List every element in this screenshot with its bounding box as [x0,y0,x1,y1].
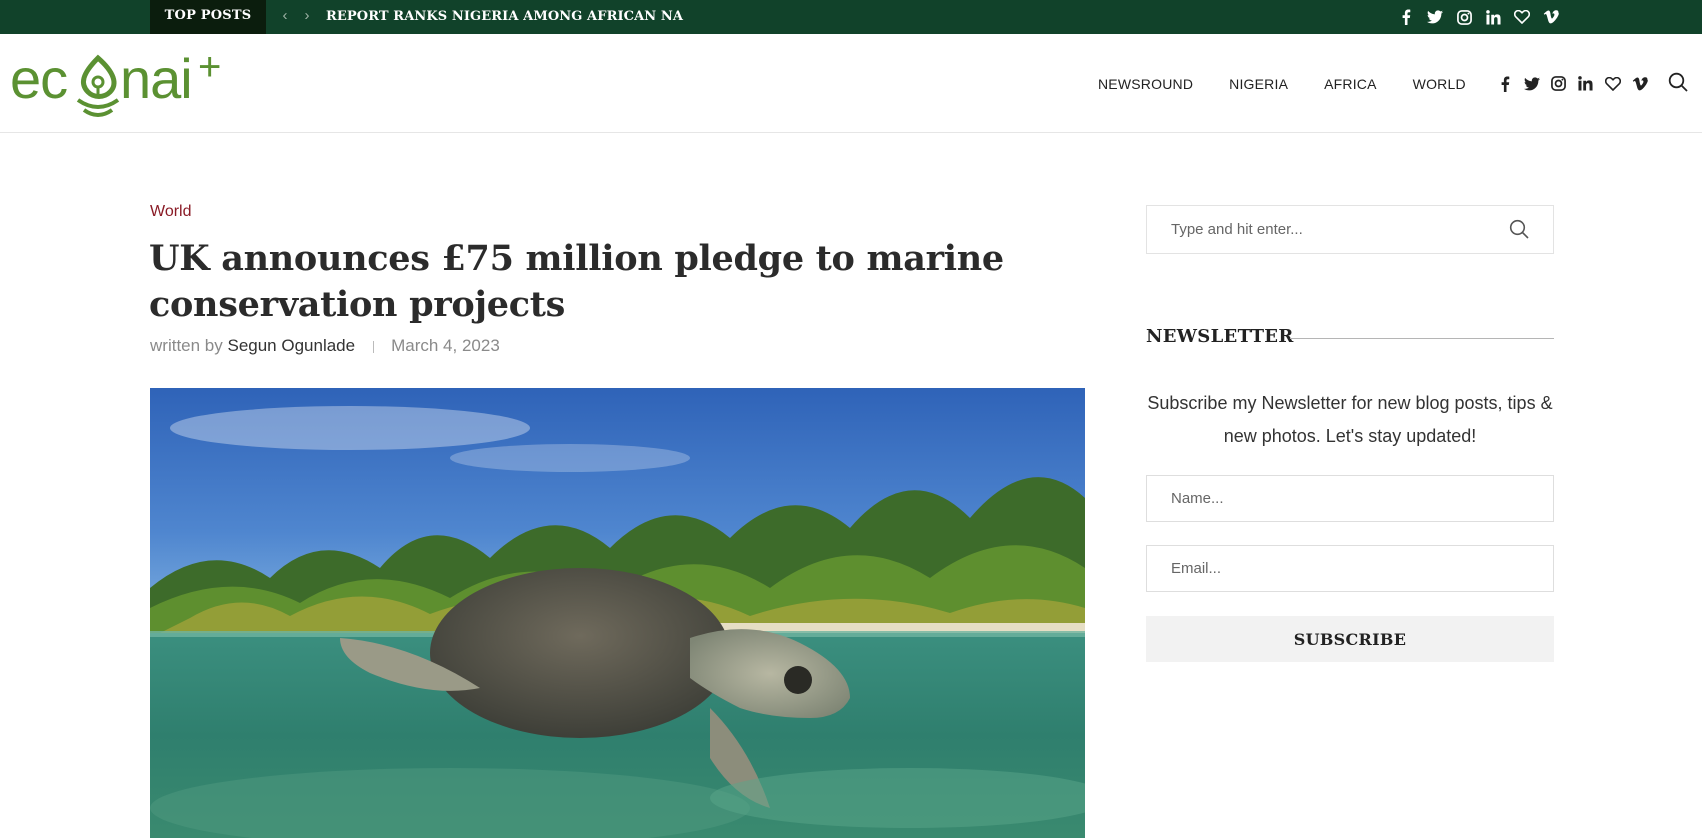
email-field-wrapper [1146,545,1554,592]
heart-icon[interactable] [1512,7,1532,27]
article-author[interactable]: Segun Ogunlade [227,336,355,355]
site-logo[interactable]: ec nai + [10,45,250,118]
nav-item-world[interactable]: WORLD [1395,76,1484,92]
newsletter-divider [1290,338,1554,339]
nav-item-newsround[interactable]: NEWSROUND [1080,76,1211,92]
vimeo-icon[interactable] [1541,7,1561,27]
subscribe-button[interactable]: SUBSCRIBE [1146,616,1554,662]
svg-text:+: + [198,48,221,89]
nav-item-nigeria[interactable]: NIGERIA [1211,76,1306,92]
search-input[interactable] [1147,206,1507,253]
linkedin-icon[interactable] [1483,7,1503,27]
header-social-links [1494,34,1650,133]
search-icon[interactable] [1668,72,1690,94]
vimeo-icon[interactable] [1629,73,1650,95]
linkedin-icon[interactable] [1575,73,1596,95]
article-category[interactable]: World [150,203,192,221]
name-field-wrapper [1146,475,1554,522]
article-meta: written by Segun Ogunlade March 4, 2023 [150,336,500,356]
nav-item-africa[interactable]: AFRICA [1306,76,1395,92]
instagram-icon[interactable] [1548,73,1569,95]
svg-text:nai: nai [120,48,192,110]
instagram-icon[interactable] [1454,7,1474,27]
site-header: ec nai + NEWSROUND NIGERIA AFRICA WORLD [0,34,1702,133]
meta-divider [373,340,375,353]
facebook-icon[interactable] [1396,7,1416,27]
name-field[interactable] [1147,476,1553,521]
top-social-links [1396,0,1561,34]
top-posts-label: TOP POSTS [150,0,266,34]
svg-text:ec: ec [10,48,67,110]
main-nav: NEWSROUND NIGERIA AFRICA WORLD [1080,34,1484,133]
sidebar-search [1146,205,1554,254]
twitter-icon[interactable] [1521,73,1542,95]
facebook-icon[interactable] [1494,73,1515,95]
top-bar: TOP POSTS ‹ › REPORT RANKS NIGERIA AMONG… [0,0,1702,34]
article-title: UK announces £75 million pledge to marin… [149,238,1004,325]
article-hero-image [150,388,1085,838]
newsletter-description: Subscribe my Newsletter for new blog pos… [1147,393,1553,446]
newsletter-heading: NEWSLETTER [1146,326,1294,347]
twitter-icon[interactable] [1425,7,1445,27]
ticker-headline[interactable]: REPORT RANKS NIGERIA AMONG AFRICAN NA [326,0,683,34]
article-date: March 4, 2023 [391,336,500,355]
written-by-label: written by [150,336,223,355]
email-field[interactable] [1147,546,1553,591]
chevron-right-icon[interactable]: › [298,0,316,34]
heart-icon[interactable] [1602,73,1623,95]
search-icon[interactable] [1509,219,1531,241]
chevron-left-icon[interactable]: ‹ [276,0,294,34]
